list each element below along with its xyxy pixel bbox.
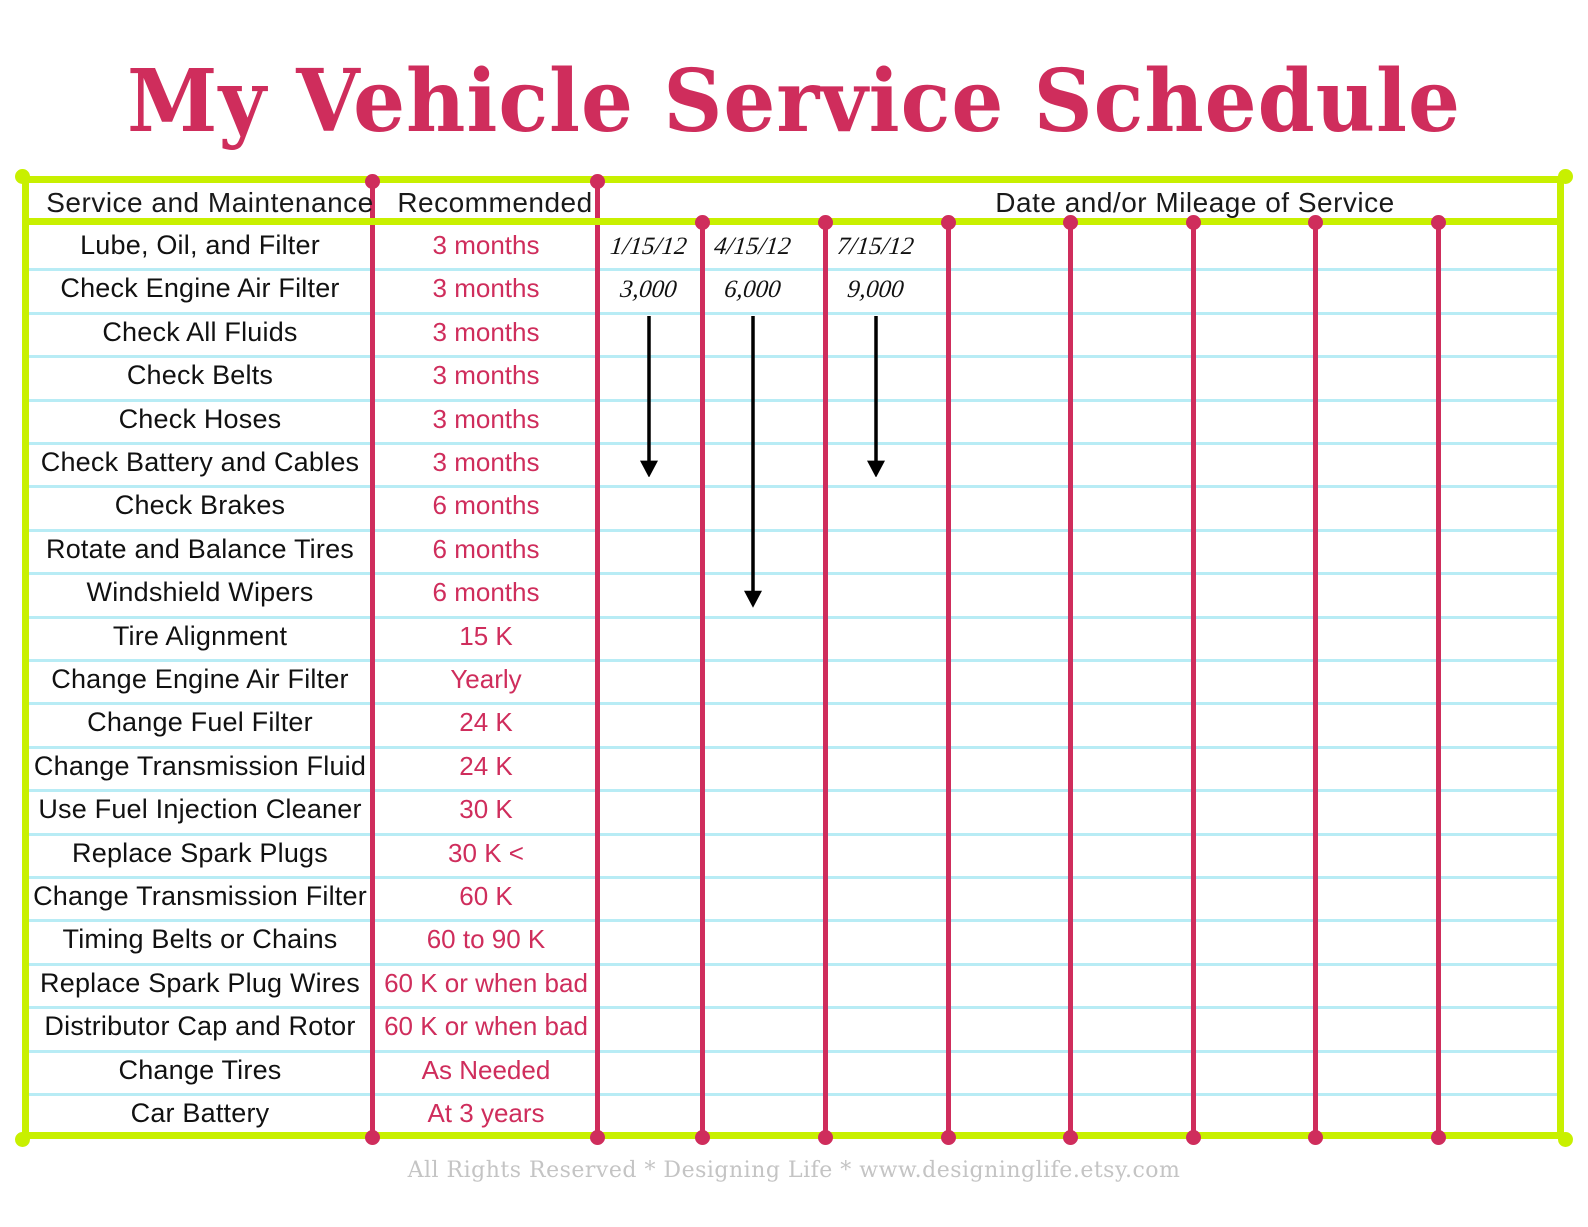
divider-dot-top: [695, 215, 710, 230]
recommended-interval-cell: 24 K: [459, 750, 513, 781]
recommended-interval-cell: 6 months: [432, 490, 540, 521]
row-separator: [29, 702, 1557, 706]
divider-dot-bottom: [365, 1130, 380, 1145]
divider-dot-bottom: [1186, 1130, 1201, 1145]
service-name-cell: Rotate and Balance Tires: [46, 533, 354, 564]
recommended-interval-cell: 6 months: [432, 577, 540, 608]
row-separator: [29, 1093, 1557, 1096]
divider-dot-bottom: [941, 1130, 956, 1145]
row-separator: [29, 1006, 1557, 1010]
column-divider: [1191, 222, 1196, 1139]
row-separator: [29, 659, 1557, 662]
column-divider: [700, 222, 705, 1139]
service-name-cell: Replace Spark Plug Wires: [40, 967, 360, 998]
column-divider: [1313, 222, 1318, 1139]
footer-credit: All Rights Reserved * Designing Life * w…: [407, 1158, 1181, 1183]
row-separator: [29, 485, 1557, 489]
divider-dot-bottom: [1063, 1130, 1078, 1145]
service-name-cell: Replace Spark Plugs: [72, 837, 328, 868]
service-interval-arrow: [866, 315, 885, 478]
service-name-cell: Change Transmission Fluid: [33, 750, 367, 781]
service-name-cell: Check All Fluids: [102, 316, 298, 347]
row-separator: [29, 1049, 1557, 1053]
recommended-interval-cell: 24 K: [459, 707, 513, 738]
recommended-interval-cell: 6 months: [432, 533, 540, 564]
column-divider: [1068, 222, 1073, 1139]
row-separator: [29, 789, 1557, 793]
recommended-interval-cell: 15 K: [459, 620, 513, 651]
row-separator: [29, 268, 1557, 272]
divider-dot-bottom: [695, 1130, 710, 1145]
page-title: My Vehicle Service Schedule: [127, 51, 1461, 152]
service-name-cell: Use Fuel Injection Cleaner: [38, 794, 362, 825]
service-interval-arrow: [639, 315, 658, 478]
recommended-interval-cell: Yearly: [450, 664, 522, 694]
row-separator: [29, 355, 1557, 359]
column-header-service: Service and Maintenance: [46, 187, 374, 218]
service-name-cell: Change Fuel Filter: [87, 707, 313, 738]
corner-dot-bottom-left: [15, 1132, 30, 1147]
row-separator: [29, 962, 1557, 966]
row-separator: [29, 311, 1557, 315]
recommended-interval-cell: 30 K: [459, 794, 513, 825]
column-divider: [823, 222, 828, 1139]
corner-dot-top-right: [1558, 169, 1573, 184]
divider-dot-bottom: [1308, 1130, 1323, 1145]
service-name-cell: Change Engine Air Filter: [51, 664, 349, 694]
service-date-entry[interactable]: 1/15/12: [596, 233, 702, 261]
row-separator: [29, 876, 1557, 879]
corner-dot-top-left: [15, 169, 30, 184]
recommended-interval-cell: 3 months: [432, 316, 540, 347]
recommended-interval-cell: 60 K or when bad: [384, 967, 588, 998]
recommended-interval-cell: 30 K <: [448, 837, 524, 868]
row-separator: [29, 528, 1557, 532]
service-name-cell: Check Hoses: [118, 403, 282, 434]
service-interval-arrow: [743, 315, 762, 608]
row-separator: [29, 919, 1557, 923]
service-name-cell: Car Battery: [130, 1098, 270, 1128]
column-header-dates: Date and/or Mileage of Service: [995, 187, 1395, 218]
service-name-cell: Change Transmission Filter: [33, 881, 367, 911]
service-mileage-entry[interactable]: 9,000: [823, 276, 929, 304]
service-mileage-entry[interactable]: 6,000: [700, 276, 806, 304]
recommended-interval-cell: 60 to 90 K: [426, 924, 546, 955]
corner-dot-bottom-right: [1558, 1132, 1573, 1147]
service-schedule-page: Designing Life Designs Designing Life De…: [0, 0, 1588, 1227]
column-divider: [946, 222, 951, 1139]
service-mileage-entry[interactable]: 3,000: [596, 276, 702, 304]
recommended-interval-cell: 3 months: [432, 403, 540, 434]
service-name-cell: Check Brakes: [114, 490, 286, 521]
recommended-interval-cell: 3 months: [432, 273, 540, 304]
recommended-interval-cell: 3 months: [432, 447, 540, 477]
row-separator: [29, 745, 1557, 749]
divider-dot-bottom: [818, 1130, 833, 1145]
service-name-cell: Timing Belts or Chains: [62, 924, 338, 955]
service-name-cell: Lube, Oil, and Filter: [80, 230, 320, 260]
recommended-interval-cell: 60 K: [459, 881, 513, 911]
service-date-entry[interactable]: 7/15/12: [823, 233, 929, 261]
service-name-cell: Check Engine Air Filter: [60, 273, 340, 304]
service-date-entry[interactable]: 4/15/12: [700, 233, 806, 261]
column-divider: [1436, 222, 1441, 1139]
column-header-recommended: Recommended: [397, 187, 593, 218]
row-separator: [29, 615, 1557, 619]
row-separator: [29, 572, 1557, 576]
row-separator: [29, 442, 1557, 445]
service-name-cell: Change Tires: [118, 1054, 282, 1085]
service-name-cell: Windshield Wipers: [86, 577, 314, 608]
divider-dot-bottom: [590, 1130, 605, 1145]
recommended-interval-cell: At 3 years: [427, 1098, 545, 1128]
service-name-cell: Distributor Cap and Rotor: [44, 1011, 356, 1042]
recommended-interval-cell: 3 months: [432, 230, 540, 260]
row-separator: [29, 398, 1557, 402]
service-name-cell: Check Battery and Cables: [40, 447, 360, 477]
service-name-cell: Tire Alignment: [112, 620, 288, 651]
row-separator: [29, 832, 1557, 836]
service-name-cell: Check Belts: [126, 360, 274, 391]
recommended-interval-cell: 60 K or when bad: [384, 1011, 588, 1042]
recommended-interval-cell: As Needed: [421, 1054, 551, 1085]
recommended-interval-cell: 3 months: [432, 360, 540, 391]
divider-dot-bottom: [1431, 1130, 1446, 1145]
